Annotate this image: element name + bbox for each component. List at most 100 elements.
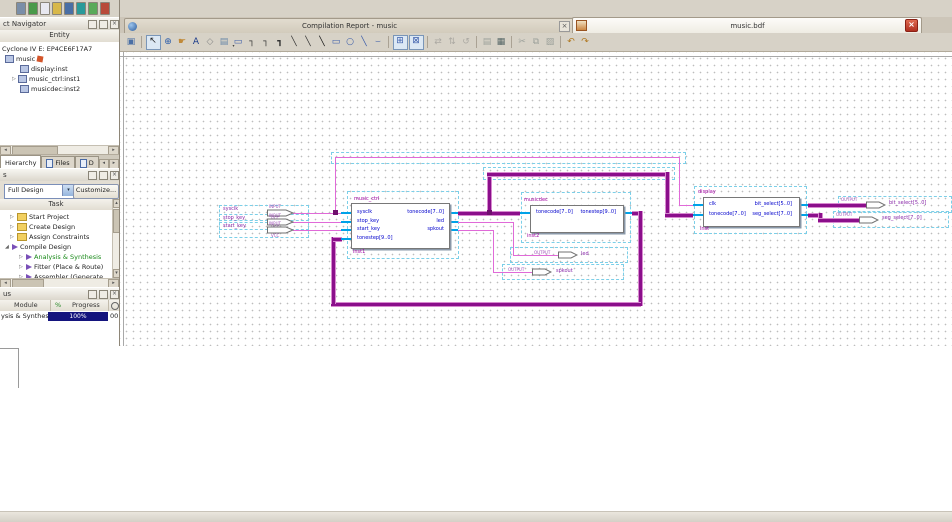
output-pin-symbol[interactable] — [866, 201, 886, 209]
expander-icon[interactable]: ▷ — [19, 252, 26, 262]
mini-toolbar-icon-6[interactable] — [76, 2, 86, 15]
tree-item-music-ctrl-inst1[interactable]: ▷music_ctrl:inst1 — [0, 74, 119, 84]
output-pin-symbol[interactable] — [859, 216, 879, 224]
mini-toolbar-icon-7[interactable] — [88, 2, 98, 15]
orthogonal-bus-tool-icon[interactable]: ┐ — [260, 36, 273, 49]
net-spkout[interactable] — [493, 230, 494, 272]
pan-tool-icon[interactable]: ☛ — [176, 36, 189, 49]
pin-icon[interactable] — [88, 20, 97, 29]
expander-icon[interactable]: ◢ — [5, 242, 12, 252]
expander-icon[interactable]: ▷ — [10, 212, 17, 222]
bus-seg-select[interactable] — [818, 218, 861, 223]
net-spkout[interactable] — [493, 272, 534, 273]
diagonal-bus-tool-icon[interactable]: ╲ — [302, 36, 315, 49]
tab-music-bdf[interactable]: music.bdf × — [572, 17, 922, 33]
mini-toolbar-icon-5[interactable] — [64, 2, 74, 15]
output-pin-symbol[interactable] — [532, 268, 552, 276]
mini-toolbar-icon-3[interactable] — [40, 2, 50, 15]
task-start-project[interactable]: ▷Start Project — [0, 212, 112, 222]
task-compile-design[interactable]: ◢Compile Design — [0, 242, 112, 252]
arc-tool-icon[interactable]: ⌣ — [372, 36, 385, 49]
net-sysclk[interactable] — [335, 157, 336, 213]
orthogonal-node-tool-icon[interactable]: ┐ — [246, 36, 259, 49]
rubberbanding-horizontal-icon[interactable]: ⊞ — [393, 35, 408, 50]
customize-button[interactable]: Customize... — [73, 184, 119, 199]
bus-tonecode[interactable] — [487, 172, 669, 177]
mini-toolbar-icon-8[interactable] — [100, 2, 110, 15]
pin-icon[interactable] — [88, 171, 97, 180]
bus-tonecode[interactable] — [665, 172, 670, 217]
output-pin-name[interactable]: spkout — [556, 268, 573, 274]
input-pin-name[interactable]: stop_key — [223, 215, 245, 221]
close-tab-icon[interactable]: × — [559, 21, 570, 32]
output-pin-symbol[interactable] — [558, 251, 578, 259]
float-icon[interactable] — [99, 171, 108, 180]
percent-column-header[interactable]: % — [55, 300, 61, 311]
close-icon[interactable]: × — [110, 171, 119, 180]
pin-tool-icon[interactable]: ◇ — [204, 36, 217, 49]
output-pin-name[interactable]: bit_select[5..0] — [889, 200, 926, 206]
flow-select[interactable]: Full Design — [4, 184, 75, 199]
net-spkout[interactable] — [458, 230, 493, 231]
line-tool-icon[interactable]: ╲ — [358, 36, 371, 49]
bus-tonestep[interactable] — [638, 211, 643, 306]
progress-column-header[interactable]: Progress — [72, 300, 100, 311]
expander-icon[interactable]: ▷ — [10, 232, 17, 242]
print-icon[interactable]: ▦ — [495, 36, 508, 49]
close-tab-icon[interactable]: × — [905, 19, 918, 32]
module-column-header[interactable]: Module — [14, 300, 38, 311]
bus-bit-select[interactable] — [808, 203, 868, 208]
float-icon[interactable] — [99, 290, 108, 299]
mini-toolbar-icon-4[interactable] — [52, 2, 62, 15]
mini-toolbar-icon-1[interactable] — [16, 2, 26, 15]
net-led[interactable] — [513, 222, 514, 255]
input-pin-name[interactable]: sysclk — [223, 206, 238, 212]
close-icon[interactable]: × — [110, 20, 119, 29]
tree-item-musicdec-inst2[interactable]: musicdec:inst2 — [0, 84, 119, 94]
tree-item-cyclone-iv-e-ep4ce6f17a7[interactable]: Cyclone IV E: EP4CE6F17A7 — [0, 44, 119, 54]
tab-hierarchy[interactable]: Hierarchy — [0, 155, 41, 169]
pin-icon[interactable] — [88, 290, 97, 299]
float-icon[interactable] — [99, 20, 108, 29]
undo-icon[interactable]: ↶ — [565, 36, 578, 49]
expander-icon[interactable]: ▷ — [19, 262, 26, 272]
task-fitter-place-route-[interactable]: ▷Fitter (Place & Route) — [0, 262, 112, 272]
mini-toolbar-icon-2[interactable] — [28, 2, 38, 15]
redo-icon[interactable]: ↷ — [579, 36, 592, 49]
symbol-tool-icon[interactable]: ▤▾ — [218, 36, 231, 49]
bus-tonestep[interactable] — [331, 237, 336, 304]
attach-document-icon[interactable]: ▣ — [125, 36, 138, 49]
task-create-design[interactable]: ▷Create Design — [0, 222, 112, 232]
block-tool-icon[interactable]: ▭ — [232, 36, 245, 49]
net-led[interactable] — [513, 255, 560, 256]
bus-tonecode[interactable] — [665, 213, 693, 218]
diagonal-conduit-tool-icon[interactable]: ╲ — [316, 36, 329, 49]
bus-tonecode[interactable] — [487, 172, 492, 215]
expander-icon[interactable]: ▷ — [10, 222, 17, 232]
output-pin-name[interactable]: led — [581, 251, 589, 257]
net-sysclk[interactable] — [679, 205, 693, 206]
close-icon[interactable]: × — [110, 290, 119, 299]
bus-tonestep[interactable] — [331, 302, 641, 307]
net-led[interactable] — [458, 222, 513, 223]
net-start-key[interactable] — [293, 230, 341, 231]
text-tool-icon[interactable]: A — [190, 36, 203, 49]
rubberbanding-vertical-icon[interactable]: ⊠ — [409, 35, 424, 50]
orthogonal-conduit-tool-icon[interactable]: ┓ — [274, 36, 287, 49]
status-row[interactable]: ysis & Synthesis 100% 00:0 — [0, 311, 119, 322]
net-sysclk[interactable] — [679, 157, 680, 206]
input-pin-name[interactable]: start_key — [223, 223, 246, 229]
tree-item-music[interactable]: music — [0, 54, 119, 64]
task-assign-constraints[interactable]: ▷Assign Constraints — [0, 232, 112, 242]
selection-tool-icon[interactable]: ↖ — [146, 35, 161, 50]
rectangle-tool-icon[interactable]: ▭ — [330, 36, 343, 49]
tree-item-display-inst[interactable]: display:inst — [0, 64, 119, 74]
output-pin-name[interactable]: seg_select[7..0] — [882, 215, 922, 221]
oval-tool-icon[interactable]: ○ — [344, 36, 357, 49]
tab-compilation-report[interactable]: Compilation Report - music × — [124, 18, 574, 33]
net-stop-key[interactable] — [293, 222, 341, 223]
diagonal-node-tool-icon[interactable]: ╲ — [288, 36, 301, 49]
zoom-tool-icon[interactable]: ⊕ — [162, 36, 175, 49]
task-analysis-synthesis[interactable]: ▷Analysis & Synthesis — [0, 252, 112, 262]
net-sysclk[interactable] — [335, 157, 680, 158]
